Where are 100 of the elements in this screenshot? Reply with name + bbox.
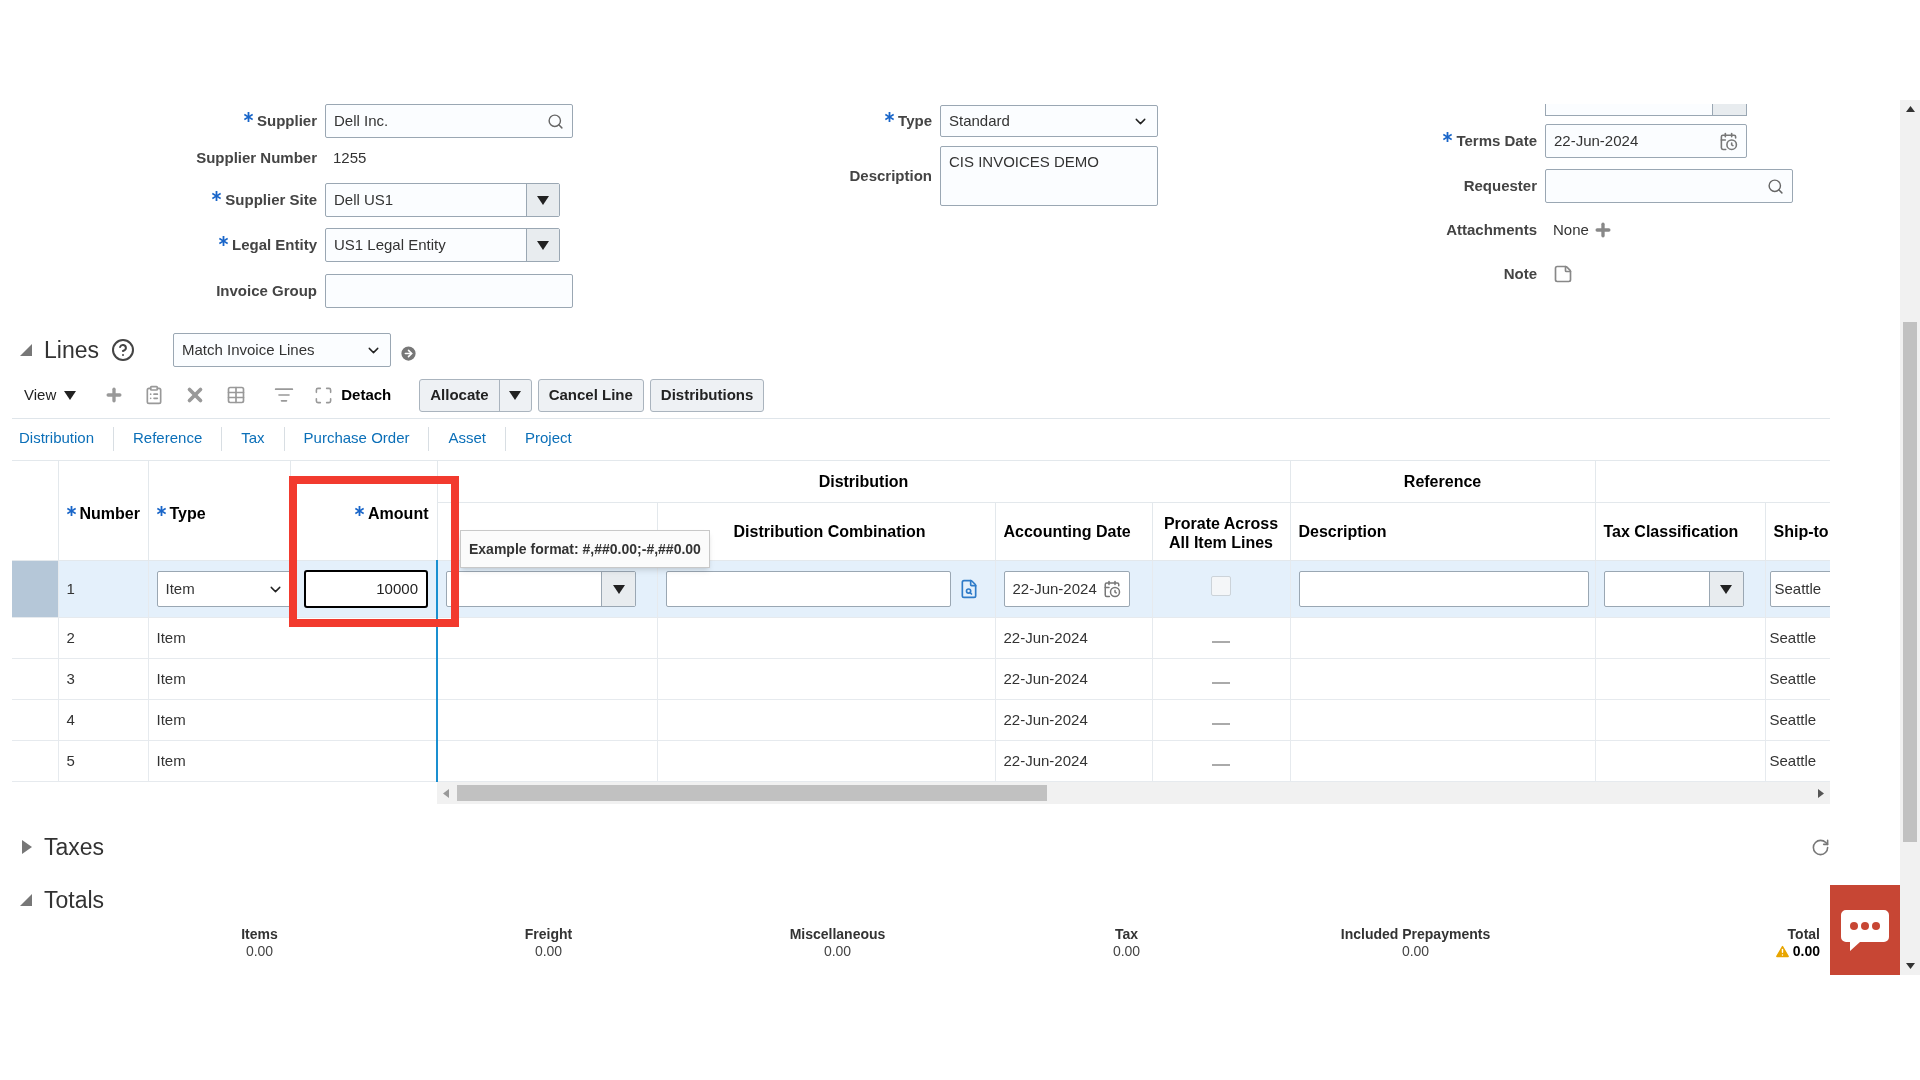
dropdown-button[interactable]	[526, 184, 559, 216]
calendar-icon[interactable]	[1719, 131, 1738, 151]
tab[interactable]: Asset	[441, 427, 493, 450]
total-value: 0.00	[1401, 943, 1430, 960]
select-field[interactable]: US1 Legal Entity	[325, 228, 560, 262]
dropdown-icon	[1720, 584, 1732, 594]
date-field[interactable]: 22-Jun-2024	[1545, 124, 1747, 158]
total-label: Items	[241, 926, 278, 943]
section-title: Totals	[44, 885, 105, 915]
checkbox[interactable]	[1211, 575, 1231, 596]
collapse-icon[interactable]	[20, 894, 32, 906]
section-title: Lines	[44, 335, 99, 365]
tab[interactable]: Project	[518, 427, 579, 450]
field-label: Attachments	[1446, 219, 1537, 240]
toolbar-button[interactable]: Distributions	[649, 378, 765, 412]
table-row[interactable]: 2 Item 22-Jun-2024 Seattle	[12, 617, 1830, 659]
table-cell: Item	[156, 751, 186, 769]
calendar-icon[interactable]	[1102, 580, 1121, 598]
search-field[interactable]: Dell Inc.	[325, 104, 573, 138]
tab[interactable]: Tax	[234, 427, 272, 450]
input-field[interactable]	[665, 571, 951, 607]
dropdown-button[interactable]	[526, 229, 559, 261]
detach-button[interactable]: Detach	[314, 383, 392, 407]
field-label: Supplier Site	[225, 189, 317, 210]
scroll-left-icon[interactable]	[443, 788, 449, 798]
column-header: Number	[79, 503, 140, 523]
select-field[interactable]	[1603, 571, 1744, 607]
scroll-up-icon[interactable]	[1905, 106, 1915, 112]
input-field[interactable]	[325, 274, 573, 308]
dropdown-icon	[537, 240, 549, 250]
help-icon[interactable]	[111, 338, 135, 362]
total-label: Included Prepayments	[1340, 926, 1491, 943]
view-menu[interactable]: View	[24, 383, 77, 407]
field-label: Legal Entity	[232, 234, 317, 255]
select-field[interactable]: Standard	[940, 105, 1158, 137]
table-row[interactable]: 3 Item 22-Jun-2024 Seattle	[12, 658, 1830, 700]
dropdown-icon	[612, 584, 625, 594]
search-field[interactable]	[1545, 169, 1793, 203]
date-field[interactable]: 22-Jun-2024	[1003, 571, 1130, 607]
column-header: Accounting Date	[1003, 521, 1131, 541]
refresh-icon[interactable]	[1811, 837, 1830, 857]
scrollbar-thumb[interactable]	[1903, 322, 1917, 842]
scrollbar-thumb[interactable]	[457, 785, 1047, 801]
go-icon[interactable]	[399, 343, 418, 363]
tab[interactable]: Purchase Order	[296, 427, 417, 450]
chat-button[interactable]	[1830, 885, 1900, 975]
filter-icon[interactable]	[274, 385, 295, 405]
dropdown-icon	[537, 195, 549, 205]
select-field[interactable]: Dell US1	[325, 183, 560, 217]
table-cell: 22-Jun-2024	[1003, 710, 1088, 728]
tooltip: Example format: #,##0.00;-#,##0.00	[460, 530, 710, 568]
total-label: Miscellaneous	[789, 926, 886, 943]
select-field[interactable]	[446, 571, 636, 607]
input-field[interactable]	[1545, 104, 1747, 116]
field-label: Invoice Group	[216, 280, 317, 301]
collapse-icon[interactable]	[20, 344, 32, 356]
field-label: Supplier Number	[196, 147, 317, 168]
caret-icon	[509, 390, 522, 400]
scroll-down-icon[interactable]	[1905, 963, 1915, 969]
split-icon[interactable]	[226, 385, 247, 405]
table-row[interactable]: 5 Item 22-Jun-2024 Seattle	[12, 740, 1830, 782]
search-icon[interactable]	[547, 112, 564, 130]
note-icon[interactable]	[1553, 264, 1573, 284]
table-cell: Seattle	[1769, 628, 1817, 646]
horizontal-scrollbar[interactable]	[437, 782, 1830, 804]
table-cell: Seattle	[1769, 751, 1817, 769]
table-row[interactable]: 4 Item 22-Jun-2024 Seattle	[12, 699, 1830, 741]
table-cell: Item	[156, 628, 186, 646]
select-field[interactable]: Match Invoice Lines	[173, 333, 391, 367]
field-label: Description	[849, 165, 932, 186]
table-cell: 22-Jun-2024	[1003, 669, 1088, 687]
dropdown-button[interactable]	[1708, 572, 1743, 606]
tab[interactable]: Distribution	[12, 427, 102, 450]
caret-icon	[64, 390, 77, 400]
table-cell: 22-Jun-2024	[1003, 751, 1088, 769]
field-label: Supplier	[257, 110, 317, 131]
tab[interactable]: Reference	[126, 427, 210, 450]
table-cell: 4	[66, 710, 75, 728]
column-header: Ship-to	[1773, 521, 1829, 541]
duplicate-icon[interactable]	[144, 385, 165, 405]
description-field[interactable]: CIS INVOICES DEMO	[940, 146, 1158, 206]
total-value: 0.00	[823, 943, 852, 960]
table-row[interactable]: 1 Item 10000 22-Jun-2024 Seattle	[12, 560, 1830, 618]
total-label: Tax	[1114, 926, 1139, 943]
chat-icon	[1840, 908, 1890, 952]
total-label: Total	[1787, 926, 1820, 943]
amount-field[interactable]: 10000	[304, 570, 428, 608]
field-value: None	[1553, 219, 1589, 240]
total-label: Freight	[524, 926, 573, 943]
table-cell: Item	[156, 710, 186, 728]
toolbar-button[interactable]: Cancel Line	[537, 378, 644, 412]
dropdown-button[interactable]	[601, 572, 635, 606]
field-label: Requester	[1463, 175, 1537, 196]
table-cell: 3	[66, 669, 75, 687]
scroll-right-icon[interactable]	[1818, 788, 1824, 798]
vertical-scrollbar[interactable]	[1900, 100, 1920, 975]
expand-icon[interactable]	[22, 840, 32, 854]
input-field[interactable]	[1298, 571, 1589, 607]
search-icon[interactable]	[1767, 177, 1784, 195]
input-field[interactable]: Seattle	[1769, 571, 1830, 607]
